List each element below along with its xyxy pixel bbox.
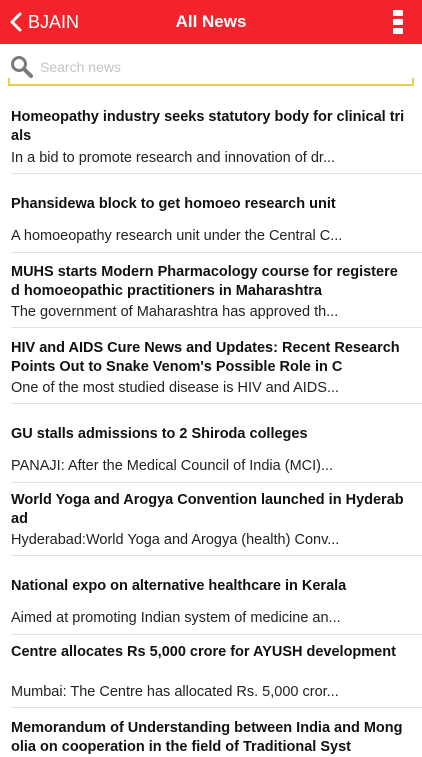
search-input[interactable] [38, 54, 402, 80]
news-summary: One of the most studied disease is HIV a… [11, 380, 340, 396]
news-summary: In a bid to promote research and innovat… [11, 150, 336, 166]
page-title: All News [175, 12, 247, 31]
news-title: National expo on alternative healthcare … [11, 578, 347, 594]
news-title: Phansidewa block to get homoeo research … [11, 196, 336, 212]
news-summary: PANAJI: After the Medical Council of Ind… [11, 458, 334, 474]
row-divider [11, 403, 422, 404]
menu-dot-icon [393, 10, 403, 16]
news-summary: Mumbai: The Centre has allocated Rs. 5,0… [11, 684, 339, 700]
news-title: Memorandum of Understanding between Indi… [11, 720, 403, 755]
row-divider [11, 252, 422, 253]
news-summary: The government of Maharashtra has approv… [11, 304, 339, 320]
news-summary: A homoeopathy research unit under the Ce… [11, 228, 343, 244]
row-divider [11, 173, 422, 174]
search-underline [8, 78, 414, 86]
row-divider [11, 555, 422, 556]
row-divider [11, 327, 422, 328]
navigation-bar: BJAIN All News [0, 0, 422, 44]
search-bar [6, 50, 416, 86]
news-title: MUHS starts Modern Pharmacology course f… [11, 264, 398, 299]
menu-dot-icon [393, 28, 403, 34]
menu-dot-icon [393, 19, 403, 25]
more-menu-button[interactable] [392, 10, 404, 34]
news-title: HIV and AIDS Cure News and Updates: Rece… [11, 340, 400, 375]
news-title: GU stalls admissions to 2 Shiroda colleg… [11, 426, 308, 442]
search-icon [11, 56, 33, 78]
row-divider [11, 707, 422, 708]
row-divider [11, 634, 422, 635]
row-divider [11, 482, 422, 483]
news-summary: Hyderabad:World Yoga and Arogya (health)… [11, 532, 340, 548]
news-title: Homeopathy industry seeks statutory body… [11, 109, 405, 144]
news-summary: Aimed at promoting Indian system of medi… [11, 610, 341, 626]
news-title: Centre allocates Rs 5,000 crore for AYUS… [11, 644, 396, 660]
news-title: World Yoga and Arogya Convention launche… [11, 492, 404, 527]
